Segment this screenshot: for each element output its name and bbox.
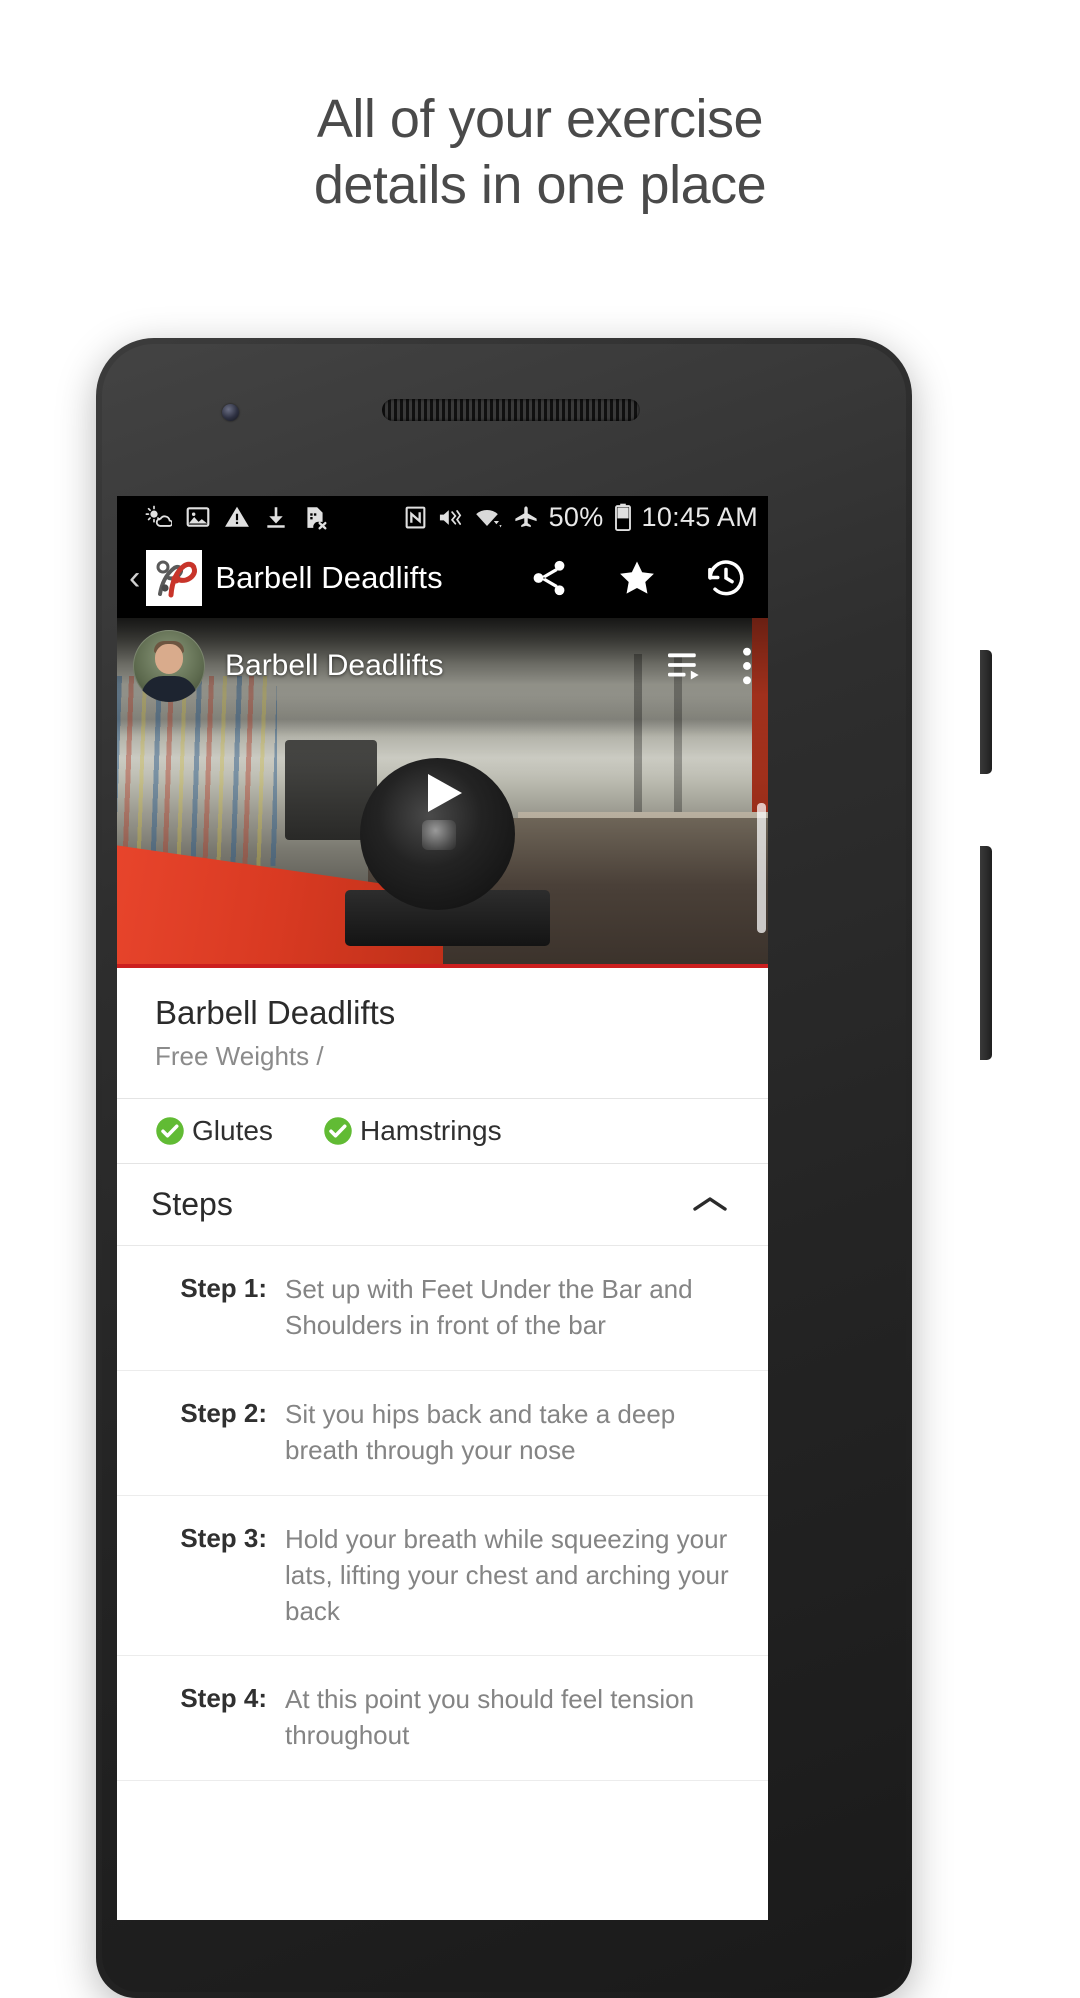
star-icon[interactable]: [616, 557, 658, 599]
chevron-up-icon[interactable]: [690, 1193, 730, 1217]
power-button[interactable]: [980, 846, 992, 1060]
volume-button[interactable]: [980, 650, 992, 774]
playlist-queue-icon[interactable]: [668, 649, 706, 683]
warning-triangle-icon: [225, 506, 249, 527]
video-overlay-top: Barbell Deadlifts: [117, 618, 768, 714]
exercise-category: Free Weights /: [155, 1041, 324, 1072]
step-text: Set up with Feet Under the Bar and Shoul…: [285, 1274, 693, 1341]
battery-icon: [614, 503, 631, 531]
phone-screen: 50% 10:45 AM ‹ Barbell Deadlifts Barbell…: [117, 496, 768, 1920]
muscle-chip-hamstrings[interactable]: Hamstrings: [323, 1115, 502, 1147]
muscle-group-row: Glutes Hamstrings: [117, 1099, 768, 1165]
status-clock: 10:45 AM: [641, 501, 758, 532]
promo-headline: All of your exercise details in one plac…: [0, 86, 1080, 218]
check-circle-icon: [324, 1117, 352, 1145]
sim-card-removed-icon: [307, 507, 327, 530]
exercise-header: Barbell Deadlifts Free Weights /: [117, 968, 768, 1100]
steps-section-title: Steps: [151, 1186, 233, 1223]
muscle-chip-label: Glutes: [192, 1115, 273, 1147]
front-camera-icon: [222, 404, 239, 421]
mute-vibrate-icon: [439, 509, 461, 525]
back-chevron-icon[interactable]: ‹: [123, 561, 146, 595]
video-overlay-actions: [668, 647, 754, 685]
step-text: Sit you hips back and take a deep breath…: [285, 1399, 676, 1465]
weather-partly-sunny-icon: [145, 505, 172, 527]
muscle-chip-label: Hamstrings: [360, 1115, 502, 1147]
promo-headline-line-2: details in one place: [313, 155, 767, 215]
step-label: Step 2:: [180, 1398, 267, 1428]
promo-headline-line-1: All of your exercise: [316, 89, 764, 149]
step-label: Step 1:: [180, 1273, 267, 1304]
check-circle-icon: [156, 1117, 184, 1145]
video-title: Barbell Deadlifts: [225, 649, 444, 682]
status-bar-right-icons: 50% 10:45 AM: [403, 502, 758, 533]
app-bar-title: Barbell Deadlifts: [215, 560, 443, 595]
step-label: Step 3:: [180, 1522, 267, 1553]
step-text: Hold your breath while squeezing your la…: [285, 1523, 729, 1626]
exercise-name: Barbell Deadlifts: [155, 994, 396, 1031]
video-player[interactable]: Barbell Deadlifts: [117, 618, 768, 968]
step-row: Step 3: Hold your breath while squeezing…: [117, 1495, 768, 1657]
image-icon: [186, 507, 210, 527]
app-logo-icon[interactable]: [146, 550, 203, 606]
app-bar: ‹ Barbell Deadlifts: [117, 538, 768, 618]
step-label: Step 4:: [180, 1683, 267, 1714]
video-progress-bar[interactable]: [117, 964, 768, 968]
channel-avatar[interactable]: [133, 630, 205, 702]
nfc-icon: [405, 506, 425, 528]
video-scrollbar-thumb[interactable]: [757, 803, 766, 933]
download-icon: [267, 507, 285, 528]
more-vertical-icon[interactable]: [740, 647, 754, 685]
share-icon[interactable]: [528, 557, 570, 599]
step-row: Step 1: Set up with Feet Under the Bar a…: [117, 1246, 768, 1371]
battery-percent-label: 50%: [548, 501, 604, 532]
app-bar-actions: [528, 556, 754, 600]
step-row: Step 4: At this point you should feel te…: [117, 1656, 768, 1782]
muscle-chip-glutes[interactable]: Glutes: [155, 1115, 323, 1147]
airplane-mode-icon: [514, 506, 537, 528]
wifi-icon: [475, 509, 502, 527]
earpiece-speaker: [382, 399, 640, 421]
step-row: Step 2: Sit you hips back and take a dee…: [117, 1371, 768, 1496]
status-bar: 50% 10:45 AM: [117, 496, 768, 538]
steps-section-header[interactable]: Steps: [117, 1164, 768, 1247]
history-icon[interactable]: [704, 556, 748, 600]
step-text: At this point you should feel tension th…: [285, 1684, 695, 1751]
status-bar-left-icons: [145, 504, 328, 531]
